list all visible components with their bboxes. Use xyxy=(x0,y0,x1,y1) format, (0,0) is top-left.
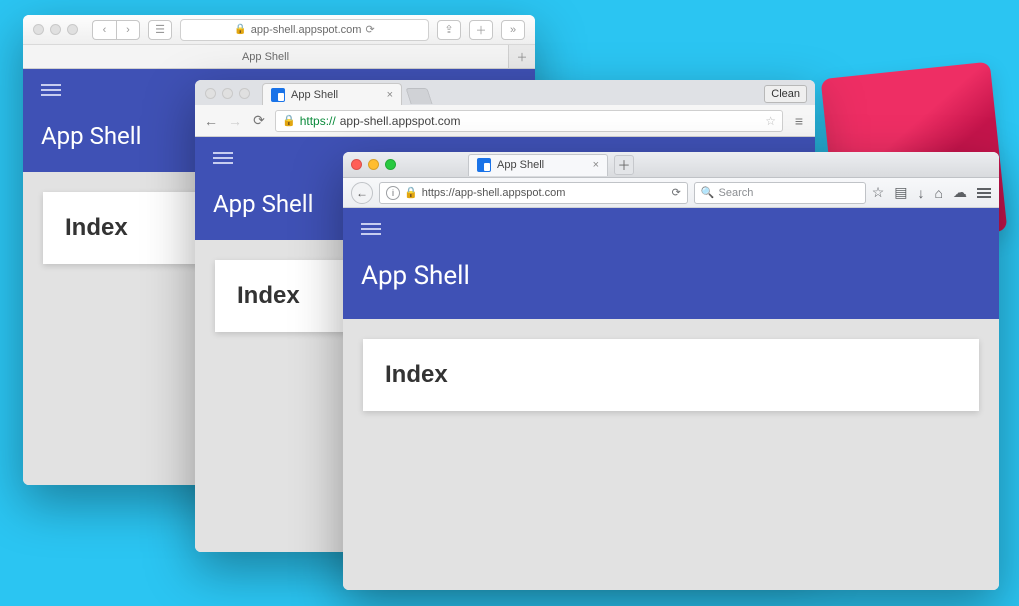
url-domain: app-shell.appspot.com xyxy=(340,114,461,128)
close-tab-icon[interactable]: × xyxy=(593,159,599,171)
search-bar[interactable]: 🔍 Search xyxy=(694,182,866,204)
forward-button[interactable]: › xyxy=(116,20,140,40)
menu-icon[interactable] xyxy=(213,149,233,167)
firefox-toolbar: ← i 🔒 https://app-shell.appspot.com ⟳ 🔍 … xyxy=(343,178,999,208)
bookmark-star-icon[interactable]: ☆ xyxy=(765,114,776,128)
safari-tabstrip: App Shell ＋ xyxy=(23,45,535,69)
sidebar-button[interactable]: ☰ xyxy=(148,20,172,40)
home-icon[interactable]: ⌂ xyxy=(935,185,943,201)
traffic-light-zoom[interactable] xyxy=(239,88,250,99)
url-scheme: https:// xyxy=(300,114,336,128)
reload-button[interactable]: ⟳ xyxy=(251,112,267,129)
lock-icon: 🔒 xyxy=(282,114,296,127)
traffic-light-minimize[interactable] xyxy=(222,88,233,99)
address-bar[interactable]: i 🔒 https://app-shell.appspot.com ⟳ xyxy=(379,182,688,204)
reload-icon[interactable]: ⟳ xyxy=(365,23,374,36)
traffic-light-close[interactable] xyxy=(351,159,362,170)
traffic-light-zoom[interactable] xyxy=(385,159,396,170)
menu-icon[interactable] xyxy=(41,81,61,99)
search-placeholder: Search xyxy=(719,187,754,199)
overflow-button[interactable]: » xyxy=(501,20,525,40)
favicon-icon xyxy=(271,88,285,102)
firefox-window: App Shell × ＋ ← i 🔒 https://app-shell.ap… xyxy=(343,152,999,590)
chrome-tabstrip: App Shell × Clean xyxy=(195,80,815,105)
lock-icon: 🔒 xyxy=(234,24,246,35)
url-text: https://app-shell.appspot.com xyxy=(422,187,566,199)
back-button[interactable]: ← xyxy=(351,182,373,204)
new-tab-button[interactable]: ＋ xyxy=(469,20,493,40)
safari-titlebar: ‹ › ☰ 🔒 app-shell.appspot.com ⟳ ⇪ ＋ » xyxy=(23,15,535,45)
chrome-toolbar: ← → ⟳ 🔒 https://app-shell.appspot.com ☆ … xyxy=(195,105,815,137)
share-button[interactable]: ⇪ xyxy=(437,20,461,40)
library-icon[interactable]: ▤ xyxy=(894,184,907,201)
back-button[interactable]: ← xyxy=(203,113,219,129)
new-tab-button[interactable] xyxy=(405,88,432,104)
page-viewport: App Shell Index xyxy=(343,208,999,590)
traffic-light-close[interactable] xyxy=(33,24,44,35)
tab-title: App Shell xyxy=(291,89,338,101)
firefox-tabstrip: App Shell × ＋ xyxy=(343,152,999,178)
back-button[interactable]: ‹ xyxy=(92,20,116,40)
favicon-icon xyxy=(477,158,491,172)
new-tab-button[interactable]: ＋ xyxy=(614,155,634,175)
app-header: App Shell xyxy=(343,208,999,319)
menu-icon[interactable] xyxy=(361,220,381,238)
traffic-light-zoom[interactable] xyxy=(67,24,78,35)
address-text: app-shell.appspot.com xyxy=(251,24,362,36)
clean-badge[interactable]: Clean xyxy=(764,85,807,103)
pocket-icon[interactable]: ☁ xyxy=(953,184,967,201)
traffic-light-minimize[interactable] xyxy=(368,159,379,170)
menu-button[interactable] xyxy=(977,186,991,200)
bookmark-star-icon[interactable]: ☆ xyxy=(872,184,885,201)
app-title: App Shell xyxy=(361,261,981,291)
menu-button[interactable]: ≡ xyxy=(791,113,807,129)
clean-label: Clean xyxy=(771,88,800,100)
card-heading: Index xyxy=(385,361,957,389)
tab-title: App Shell xyxy=(497,159,544,171)
forward-button[interactable]: → xyxy=(227,113,243,129)
content-card: Index xyxy=(363,339,979,411)
lock-icon: 🔒 xyxy=(404,186,418,199)
downloads-icon[interactable]: ↓ xyxy=(918,185,925,201)
close-tab-icon[interactable]: × xyxy=(387,89,393,101)
tab-title: App Shell xyxy=(242,51,289,63)
search-icon: 🔍 xyxy=(701,186,715,199)
browser-tab[interactable]: App Shell xyxy=(23,45,509,68)
browser-tab[interactable]: App Shell × xyxy=(262,83,402,105)
site-info-icon[interactable]: i xyxy=(386,186,400,200)
tab-plus-button[interactable]: ＋ xyxy=(509,45,535,68)
address-bar[interactable]: 🔒 https:// app-shell.appspot.com ☆ xyxy=(275,110,783,132)
traffic-light-minimize[interactable] xyxy=(50,24,61,35)
traffic-light-close[interactable] xyxy=(205,88,216,99)
address-bar[interactable]: 🔒 app-shell.appspot.com ⟳ xyxy=(180,19,429,41)
browser-tab[interactable]: App Shell × xyxy=(468,154,608,176)
reload-icon[interactable]: ⟳ xyxy=(672,186,681,199)
